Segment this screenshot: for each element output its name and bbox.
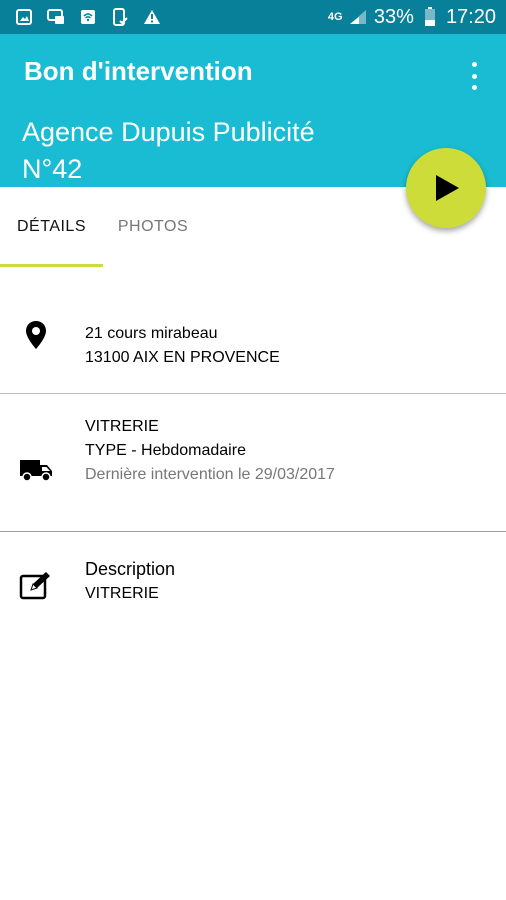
truck-icon	[19, 456, 53, 484]
tab-details[interactable]: DÉTAILS	[0, 187, 103, 267]
wifi-box-icon	[78, 8, 98, 26]
page-title: Bon d'intervention	[24, 56, 253, 86]
phone-check-icon	[110, 8, 130, 26]
location-pin-icon	[24, 319, 48, 351]
edit-note-icon	[18, 570, 54, 602]
network-type-label: 4G	[327, 10, 343, 23]
overflow-menu-icon[interactable]	[462, 58, 486, 94]
client-name: Agence Dupuis Publicité	[22, 117, 315, 147]
warning-icon	[142, 8, 162, 26]
signal-icon	[348, 8, 368, 26]
battery-icon	[420, 7, 440, 26]
address-section: 21 cours mirabeau 13100 AIX EN PROVENCE	[0, 267, 506, 393]
status-bar: 4G 33% 17:20	[0, 0, 506, 34]
service-type: TYPE - Hebdomadaire	[85, 442, 246, 459]
tab-photos[interactable]: PHOTOS	[103, 187, 203, 267]
address-line-1: 21 cours mirabeau	[85, 325, 218, 342]
service-section: VITRERIE TYPE - Hebdomadaire Dernière in…	[0, 394, 506, 531]
address-line-2: 13100 AIX EN PROVENCE	[85, 349, 280, 366]
sms-icon	[46, 8, 66, 26]
order-number: N°42	[22, 154, 83, 184]
gallery-icon	[14, 8, 34, 26]
service-name: VITRERIE	[85, 418, 159, 435]
notification-icons	[14, 8, 162, 26]
description-section: Description VITRERIE	[0, 532, 506, 652]
last-intervention-date: Dernière intervention le 29/03/2017	[85, 466, 335, 483]
system-status: 4G 33% 17:20	[328, 6, 496, 29]
battery-percent: 33%	[373, 5, 414, 28]
clock-time: 17:20	[445, 5, 496, 28]
description-value: VITRERIE	[85, 585, 159, 602]
description-label: Description	[85, 559, 176, 579]
play-icon	[436, 175, 459, 201]
start-intervention-button[interactable]	[406, 148, 486, 228]
